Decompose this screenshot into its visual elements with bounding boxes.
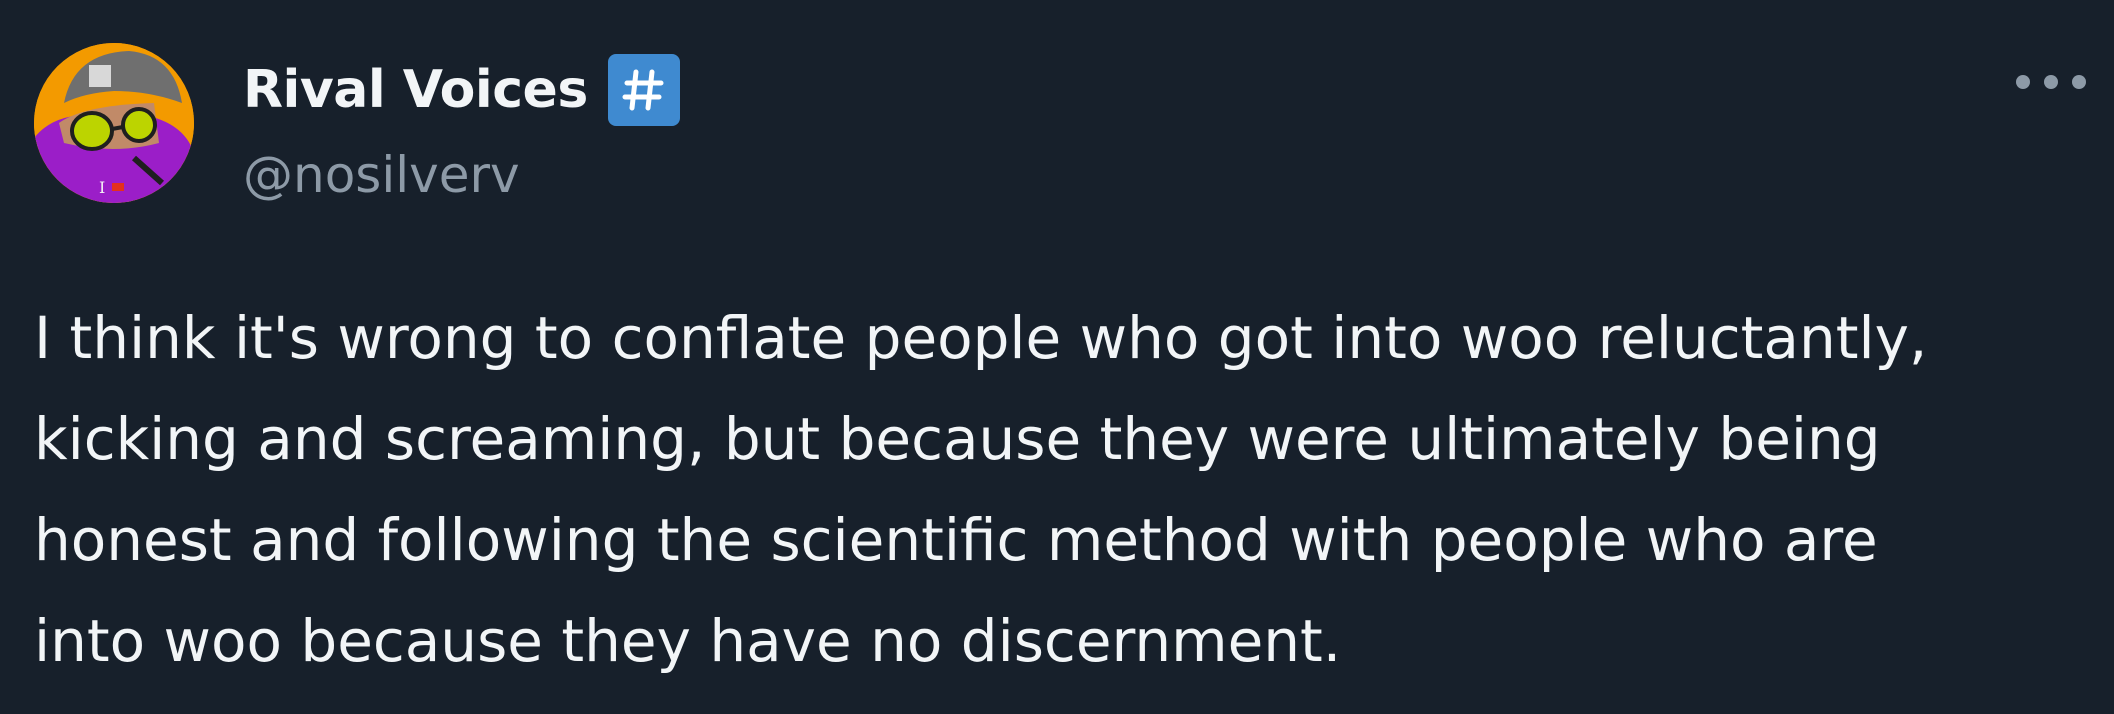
more-dot: [2044, 75, 2058, 89]
avatar-image: I: [34, 43, 194, 203]
hashtag-badge-icon: [607, 54, 680, 126]
author-name-row: Rival Voices: [243, 52, 680, 128]
tweet-text: I think it's wrong to conflate people wh…: [34, 288, 2094, 692]
user-handle[interactable]: @nosilverv: [243, 150, 520, 200]
tweet-text-line: I think it's wrong to conflate people wh…: [34, 304, 1928, 372]
more-options-icon[interactable]: [2016, 62, 2086, 102]
display-name[interactable]: Rival Voices: [243, 64, 588, 116]
avatar[interactable]: I: [34, 43, 194, 203]
svg-text:I: I: [99, 178, 105, 197]
more-dot: [2016, 75, 2030, 89]
tweet-text-line: honest and following the scientific meth…: [34, 506, 1878, 574]
hashtag-icon: [622, 69, 664, 111]
tweet-card: I Rival Voices @nosilverv I think it's w…: [0, 0, 2114, 714]
more-dot: [2072, 75, 2086, 89]
tweet-text-line: kicking and screaming, but because they …: [34, 405, 1881, 473]
tweet-text-line: into woo because they have no discernmen…: [34, 607, 1342, 675]
